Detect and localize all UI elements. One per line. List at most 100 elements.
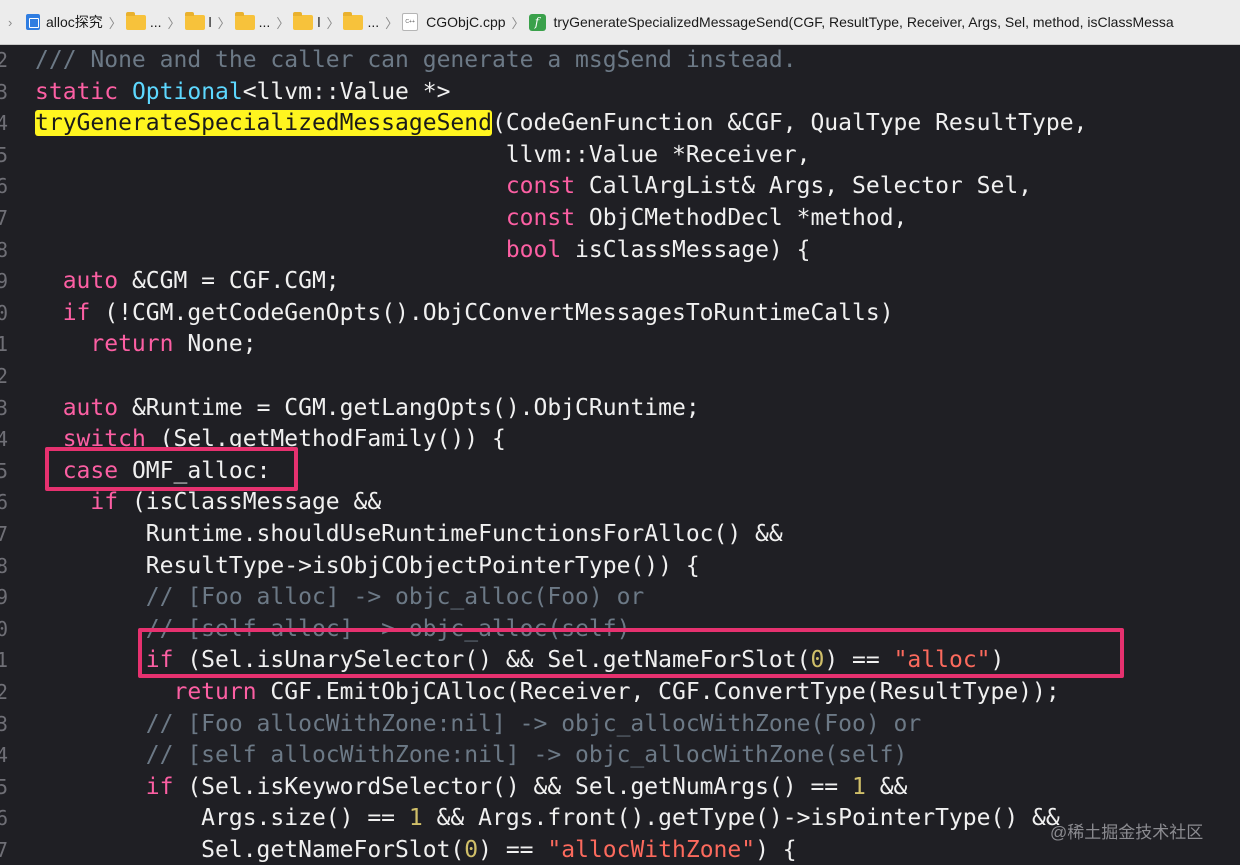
cpp-file-icon: C++ — [402, 13, 419, 31]
breadcrumb-folder[interactable]: l — [293, 11, 321, 30]
code-text: return CGF.EmitObjCAlloc(Receiver, CGF.C… — [35, 676, 1060, 708]
code-token: <llvm::Value *> — [242, 78, 451, 105]
code-text: return None; — [35, 328, 257, 360]
line-number: 0 — [0, 616, 8, 641]
line-number: 3 — [0, 395, 8, 420]
code-token: if — [145, 773, 174, 800]
breadcrumb-folder[interactable]: ... — [234, 11, 270, 30]
code-token: &Runtime = CGM.getLangOpts().ObjCRuntime… — [118, 394, 700, 421]
code-token: 1 — [408, 805, 423, 832]
breadcrumb-separator-icon: 〉 — [217, 15, 231, 31]
folder-icon — [343, 11, 364, 30]
line-number: 1 — [0, 332, 8, 357]
code-text: llvm::Value *Receiver, — [35, 139, 811, 171]
code-token: (isClassMessage && — [118, 489, 382, 516]
breadcrumb-folder[interactable]: ... — [343, 11, 380, 30]
code-token: && Args.front().getType()->isPointerType… — [422, 805, 1060, 832]
code-token: return — [173, 679, 257, 705]
code-token: ObjCMethodDecl *method, — [575, 205, 908, 231]
breadcrumb-project-label: alloc探究 — [46, 14, 103, 30]
code-token: isClassMessage) { — [561, 236, 811, 263]
project-icon — [26, 14, 40, 30]
line-number: 4 — [0, 427, 8, 452]
line-number: 7 — [0, 206, 8, 230]
breadcrumb-function-label: tryGenerateSpecializedMessageSend(CGF, R… — [553, 14, 1174, 30]
breadcrumb-folder-label: l — [317, 14, 321, 30]
code-token: auto — [62, 268, 119, 295]
line-number: 4 — [0, 743, 8, 768]
line-number: 6 — [0, 490, 8, 515]
breadcrumb-folder[interactable]: ... — [125, 11, 161, 30]
code-text: Runtime.shouldUseRuntimeFunctionsForAllo… — [35, 518, 783, 550]
code-token: (CodeGenFunction &CGF, QualType ResultTy… — [491, 110, 1088, 137]
breadcrumb-project[interactable]: alloc探究 — [26, 12, 103, 32]
breadcrumb-separator-icon: 〉 — [108, 15, 122, 31]
code-token: return — [90, 331, 174, 358]
code-text: ResultType->isObjCObjectPointerType()) { — [35, 550, 700, 582]
breadcrumb-function[interactable]: f tryGenerateSpecializedMessageSend(CGF,… — [528, 13, 1174, 31]
code-token: 0 — [464, 837, 479, 863]
line-number: 1 — [0, 648, 8, 673]
breadcrumb-file[interactable]: C++ CGObjC.cpp — [402, 13, 506, 31]
code-token: 1 — [852, 773, 866, 800]
line-number: 2 — [0, 364, 8, 388]
code-token: ) { — [755, 837, 797, 863]
breadcrumb-folder[interactable]: l — [184, 11, 212, 30]
code-token: Optional — [131, 78, 243, 105]
breadcrumb-separator-icon: 〉 — [326, 15, 340, 31]
code-token: static — [35, 78, 119, 105]
line-number: 7 — [0, 522, 8, 546]
code-text: // [self allocWithZone:nil] -> objc_allo… — [35, 739, 908, 771]
nav-chevron-icon[interactable]: › — [8, 15, 26, 30]
code-text: /// None and the caller can generate a m… — [35, 44, 797, 76]
highlight-box-unary-selector-check — [138, 628, 1124, 678]
code-token: CGF.EmitObjCAlloc(Receiver, CGF.ConvertT… — [256, 679, 1060, 705]
breadcrumb-separator-icon: 〉 — [276, 15, 290, 31]
line-number: 2 — [0, 680, 8, 704]
code-token: &CGM = CGF.CGM; — [118, 268, 340, 295]
breadcrumb-separator-icon: 〉 — [511, 15, 525, 31]
code-token: const — [505, 173, 576, 200]
code-token: "allocWithZone" — [547, 837, 756, 863]
line-number: 9 — [0, 269, 8, 294]
code-token: ResultType->isObjCObjectPointerType()) { — [35, 552, 700, 579]
code-token: if — [62, 299, 91, 326]
code-text: // [Foo alloc] -> objc_alloc(Foo) or — [35, 581, 645, 613]
code-text: auto &Runtime = CGM.getLangOpts().ObjCRu… — [35, 392, 700, 424]
code-token: llvm::Value *Receiver, — [35, 141, 811, 168]
code-token: // [self allocWithZone:nil] -> objc_allo… — [145, 742, 908, 769]
code-text: if (!CGM.getCodeGenOpts().ObjCConvertMes… — [35, 297, 894, 329]
line-number: 8 — [0, 237, 8, 262]
folder-icon — [125, 11, 146, 30]
code-token: bool — [505, 236, 562, 263]
breadcrumb-folder-label: ... — [367, 14, 380, 30]
breadcrumb-separator-icon: 〉 — [385, 15, 399, 31]
code-text: bool isClassMessage) { — [35, 234, 811, 266]
code-token: (!CGM.getCodeGenOpts().ObjCConvertMessag… — [90, 299, 894, 326]
line-number: 8 — [0, 553, 8, 578]
code-text: const CallArgList& Args, Selector Sel, — [35, 170, 1032, 202]
highlight-box-case-alloc — [45, 447, 298, 491]
code-text: tryGenerateSpecializedMessageSend(CodeGe… — [35, 107, 1087, 139]
code-text: // [Foo allocWithZone:nil] -> objc_alloc… — [35, 708, 921, 740]
code-token: CallArgList& Args, Selector Sel, — [575, 173, 1033, 200]
line-number: 4 — [0, 111, 8, 136]
code-text: auto &CGM = CGF.CGM; — [35, 265, 340, 297]
code-token: None; — [173, 331, 257, 358]
folder-icon — [184, 11, 205, 30]
line-number: 5 — [0, 774, 8, 799]
code-token: // [Foo alloc] -> objc_alloc(Foo) or — [145, 584, 645, 611]
folder-icon — [234, 11, 255, 30]
code-token: /// None and the caller can generate a m… — [35, 47, 797, 73]
